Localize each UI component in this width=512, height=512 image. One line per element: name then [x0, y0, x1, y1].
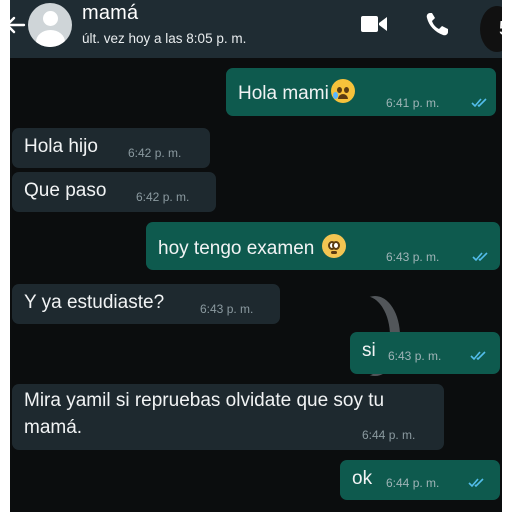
avatar[interactable] — [28, 3, 72, 47]
message-time: 6:42 p. m. — [128, 146, 182, 160]
last-seen-status: últ. vez hoy a las 8:05 p. m. — [82, 31, 247, 46]
message-incoming[interactable]: Mira yamil si repruebas olvidate que soy… — [12, 384, 444, 450]
menu-button[interactable]: 5 — [480, 6, 502, 52]
contact-name[interactable]: mamá — [82, 2, 138, 25]
message-text: si — [362, 340, 376, 361]
message-text: Que paso — [24, 180, 107, 201]
back-arrow-icon[interactable] — [10, 10, 28, 40]
message-time: 6:44 p. m. — [386, 476, 440, 490]
message-outgoing[interactable]: ok 6:44 p. m. — [340, 460, 500, 500]
message-outgoing[interactable]: hoy tengo examen 6:43 p. m. — [146, 222, 500, 270]
read-double-check-icon — [472, 252, 488, 262]
message-time: 6:42 p. m. — [136, 190, 190, 204]
message-text: Hola hijo — [24, 136, 98, 157]
video-call-icon[interactable] — [360, 14, 388, 34]
message-time: 6:43 p. m. — [200, 302, 254, 316]
chat-window: mamá últ. vez hoy a las 8:05 p. m. 5 Hol… — [10, 0, 502, 512]
message-text: Hola mami — [238, 79, 355, 105]
message-incoming[interactable]: Y ya estudiaste? 6:43 p. m. — [12, 284, 280, 324]
message-text: ok — [352, 468, 373, 489]
avatar-body — [36, 30, 65, 47]
message-time: 6:41 p. m. — [386, 96, 440, 110]
read-double-check-icon — [471, 98, 487, 108]
message-text: Y ya estudiaste? — [24, 292, 165, 313]
crying-face-icon — [330, 79, 355, 103]
phone-call-icon[interactable] — [424, 10, 450, 38]
message-outgoing[interactable]: si 6:43 p. m. — [350, 332, 500, 374]
avatar-head — [43, 11, 58, 26]
message-outgoing[interactable]: Hola mami 6:41 p. m. — [226, 68, 496, 116]
message-text: hoy tengo examen — [158, 234, 346, 260]
message-time: 6:43 p. m. — [388, 349, 442, 363]
message-time: 6:44 p. m. — [362, 428, 416, 442]
pleading-face-icon — [321, 234, 346, 258]
message-incoming[interactable]: Que paso 6:42 p. m. — [12, 172, 216, 212]
chat-header: mamá últ. vez hoy a las 8:05 p. m. 5 — [10, 0, 502, 58]
read-double-check-icon — [468, 478, 484, 488]
message-time: 6:43 p. m. — [386, 250, 440, 264]
message-text-content: Hola mami — [238, 83, 329, 104]
message-incoming[interactable]: Hola hijo 6:42 p. m. — [12, 128, 210, 168]
message-text-content: hoy tengo examen — [158, 238, 315, 259]
read-double-check-icon — [470, 351, 486, 361]
